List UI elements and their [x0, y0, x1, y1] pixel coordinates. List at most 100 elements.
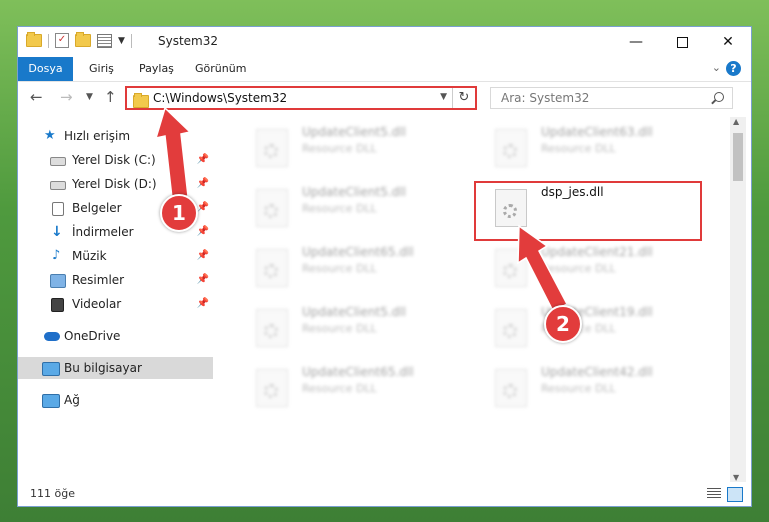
dll-file-icon	[495, 129, 527, 167]
dll-file-icon	[495, 309, 527, 347]
file-item[interactable]: UpdateClient63.dll Resource DLL	[475, 121, 700, 173]
help-icon[interactable]: ?	[726, 61, 741, 76]
sidebar-item-label: Bu bilgisayar	[64, 361, 142, 375]
dll-file-icon	[495, 369, 527, 407]
sidebar-item-quick-access[interactable]: ★ Hızlı erişim	[18, 125, 213, 147]
back-button[interactable]: ←	[30, 88, 43, 106]
drive-icon	[50, 181, 66, 190]
folder-icon	[133, 93, 149, 108]
tab-file[interactable]: Dosya	[18, 57, 73, 81]
file-item[interactable]: UpdateClient65.dll Resource DLL	[236, 241, 461, 293]
search-input[interactable]: Ara: System32	[501, 91, 589, 105]
address-bar[interactable]: C:\Windows\System32 ▼ ↻	[125, 86, 477, 110]
sidebar-item-music[interactable]: ♪ Müzik 📌	[18, 245, 213, 267]
pin-icon[interactable]: 📌	[197, 221, 209, 243]
pin-icon[interactable]: 📌	[197, 173, 209, 195]
details-view-icon[interactable]	[707, 488, 721, 500]
pin-icon[interactable]: 📌	[197, 245, 209, 267]
sidebar-item-label: Müzik	[72, 249, 107, 263]
documents-icon	[52, 202, 64, 216]
file-item[interactable]: UpdateClient65.dll Resource DLL	[236, 361, 461, 413]
tab-home[interactable]: Giriş	[89, 57, 114, 81]
sidebar-item-onedrive[interactable]: OneDrive	[18, 325, 213, 347]
scroll-down-icon[interactable]: ▼	[733, 473, 739, 482]
sidebar-item-label: Yerel Disk (D:)	[72, 177, 157, 191]
step-badge-1: 1	[160, 194, 198, 232]
vertical-scrollbar[interactable]: ▲ ▼	[730, 117, 746, 482]
scroll-up-icon[interactable]: ▲	[733, 117, 739, 126]
tab-share[interactable]: Paylaş	[139, 57, 174, 81]
customize-toolbar-icon[interactable]	[97, 33, 112, 48]
forward-button[interactable]: →	[60, 88, 73, 106]
file-item[interactable]: UpdateClient5.dll Resource DLL	[236, 301, 461, 353]
search-icon[interactable]	[714, 92, 724, 102]
status-bar: 111 öğe	[18, 483, 751, 507]
new-folder-icon[interactable]	[75, 32, 91, 47]
pin-icon[interactable]: 📌	[197, 149, 209, 171]
pin-icon[interactable]: 📌	[197, 197, 209, 219]
ribbon-tabs: Dosya Giriş Paylaş Görünüm ⌄ ?	[18, 57, 751, 82]
dll-file-icon	[256, 189, 288, 227]
tab-view[interactable]: Görünüm	[195, 57, 246, 81]
chevron-down-icon[interactable]: ▼	[118, 36, 125, 46]
item-count: 111 öğe	[30, 487, 75, 500]
drive-icon	[50, 157, 66, 166]
quick-access-toolbar: ✓ ▼	[26, 32, 132, 48]
toolbar-separator	[48, 33, 49, 48]
sidebar-item-local-disk-d[interactable]: Yerel Disk (D:) 📌	[18, 173, 213, 195]
sidebar-item-videos[interactable]: Videolar 📌	[18, 293, 213, 315]
pin-icon[interactable]: 📌	[197, 293, 209, 315]
close-button[interactable]: ✕	[705, 27, 751, 57]
search-box[interactable]: Ara: System32	[490, 87, 733, 109]
ribbon-expand-icon[interactable]: ⌄	[712, 61, 721, 74]
scrollbar-thumb[interactable]	[733, 133, 743, 181]
file-name: UpdateClient5.dll	[302, 185, 406, 199]
sidebar-item-label: Yerel Disk (C:)	[72, 153, 156, 167]
sidebar-item-pictures[interactable]: Resimler 📌	[18, 269, 213, 291]
properties-check-icon[interactable]: ✓	[55, 33, 69, 48]
file-name: UpdateClient65.dll	[302, 365, 414, 379]
file-name: UpdateClient42.dll	[541, 365, 653, 379]
explorer-window: ✓ ▼ System32 — ✕ Dosya Giriş Paylaş Görü…	[17, 26, 752, 507]
file-item[interactable]: UpdateClient42.dll Resource DLL	[475, 361, 700, 413]
dll-file-icon	[256, 249, 288, 287]
file-item[interactable]: UpdateClient5.dll Resource DLL	[236, 181, 461, 233]
network-icon	[42, 394, 60, 408]
pin-icon[interactable]: 📌	[197, 269, 209, 291]
sidebar-item-label: Ağ	[64, 393, 80, 407]
star-icon: ★	[44, 128, 56, 143]
file-description: Resource DLL	[541, 382, 616, 395]
up-button[interactable]: ↑	[104, 88, 117, 106]
dll-file-icon	[256, 369, 288, 407]
step-badge-2: 2	[544, 305, 582, 343]
refresh-button[interactable]: ↻	[452, 88, 475, 108]
sidebar-item-label: Belgeler	[72, 201, 122, 215]
sidebar-item-local-disk-c[interactable]: Yerel Disk (C:) 📌	[18, 149, 213, 171]
sidebar-item-this-pc[interactable]: Bu bilgisayar	[18, 357, 213, 379]
file-item[interactable]: UpdateClient21.dll Resource DLL	[475, 241, 700, 293]
minimize-button[interactable]: —	[613, 27, 659, 57]
file-description: Resource DLL	[302, 202, 377, 215]
pictures-icon	[50, 274, 66, 288]
recent-locations-button[interactable]: ▼	[86, 92, 93, 102]
address-path[interactable]: C:\Windows\System32	[153, 91, 287, 105]
file-name: UpdateClient5.dll	[302, 305, 406, 319]
sidebar-item-label: Hızlı erişim	[64, 129, 131, 143]
large-icons-view-icon[interactable]	[727, 487, 743, 502]
address-dropdown-icon[interactable]: ▼	[440, 92, 447, 102]
title-bar: ✓ ▼ System32 — ✕	[18, 27, 751, 57]
file-item[interactable]: UpdateClient19.dll Resource DLL	[475, 301, 700, 353]
folder-icon	[26, 32, 42, 47]
file-name: UpdateClient5.dll	[302, 125, 406, 139]
sidebar-item-label: Videolar	[72, 297, 122, 311]
file-item[interactable]: UpdateClient5.dll Resource DLL	[236, 121, 461, 173]
file-description: Resource DLL	[302, 382, 377, 395]
sidebar-item-label: Resimler	[72, 273, 125, 287]
sidebar-item-network[interactable]: Ağ	[18, 389, 213, 411]
download-icon: ↓	[51, 224, 63, 240]
file-name: UpdateClient63.dll	[541, 125, 653, 139]
file-description: Resource DLL	[541, 142, 616, 155]
maximize-button[interactable]	[659, 27, 705, 57]
file-name: UpdateClient21.dll	[541, 245, 653, 259]
video-icon	[51, 298, 64, 312]
